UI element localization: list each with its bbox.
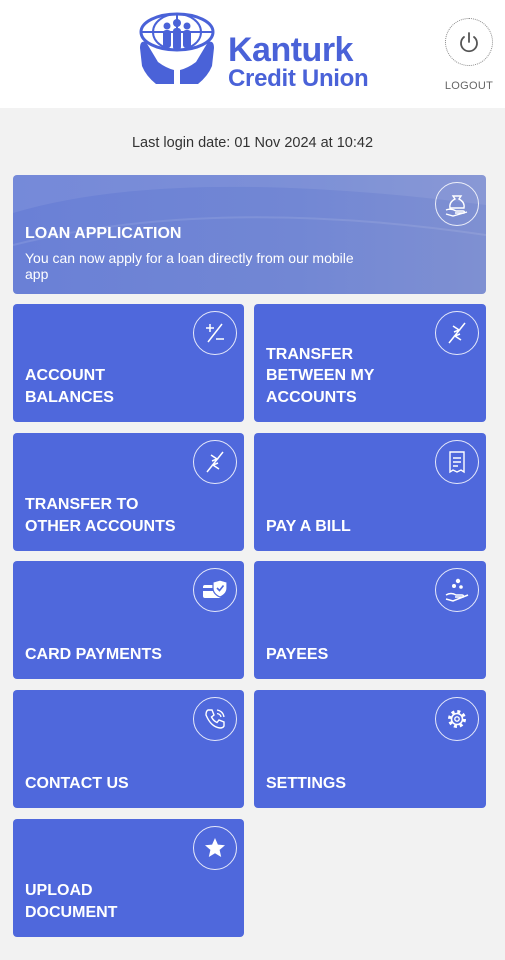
- settings-tile[interactable]: SETTINGS: [254, 690, 486, 808]
- kanturk-credit-union-logo: Kanturk Credit Union: [136, 10, 386, 92]
- money-hand-icon: [435, 182, 479, 226]
- upload-document-tile[interactable]: UPLOAD DOCUMENT: [13, 819, 244, 937]
- brand-name: Kanturk: [228, 31, 353, 69]
- loan-application-description: You can now apply for a loan directly fr…: [25, 250, 354, 282]
- transfer-between-accounts-tile[interactable]: TRANSFER BETWEEN MY ACCOUNTS: [254, 304, 486, 422]
- settings-label: SETTINGS: [266, 774, 347, 792]
- loan-application-tile[interactable]: LOAN APPLICATION You can now apply for a…: [13, 175, 486, 294]
- brand-subtitle: Credit Union: [228, 65, 369, 92]
- logout-button[interactable]: LOGOUT: [444, 18, 494, 98]
- transfer-arrows-icon: [435, 311, 479, 355]
- receipt-icon: [435, 440, 479, 484]
- loan-application-title: LOAN APPLICATION: [25, 225, 182, 242]
- pay-a-bill-label: PAY A BILL: [266, 517, 351, 535]
- hand-coins-icon: [435, 568, 479, 612]
- contact-us-tile[interactable]: CONTACT US: [13, 690, 244, 808]
- upload-document-label: UPLOAD DOCUMENT: [25, 882, 118, 921]
- gear-icon: [435, 697, 479, 741]
- app-header: Kanturk Credit Union LOGOUT: [0, 0, 505, 108]
- plus-minus-icon: [193, 311, 237, 355]
- phone-icon: [193, 697, 237, 741]
- card-payments-label: CARD PAYMENTS: [25, 645, 162, 663]
- payees-label: PAYEES: [266, 645, 329, 663]
- account-balances-tile[interactable]: ACCOUNT BALANCES: [13, 304, 244, 422]
- transfer-other-accounts-tile[interactable]: TRANSFER TO OTHER ACCOUNTS: [13, 433, 244, 551]
- transfer-between-accounts-label: TRANSFER BETWEEN MY ACCOUNTS: [266, 345, 375, 406]
- power-icon: [460, 32, 478, 53]
- logout-circle: [445, 18, 493, 66]
- logo-globe-hands-icon: [139, 12, 215, 84]
- transfer-other-accounts-label: TRANSFER TO OTHER ACCOUNTS: [25, 496, 176, 535]
- logout-label: LOGOUT: [444, 80, 494, 92]
- contact-us-label: CONTACT US: [25, 774, 129, 792]
- transfer-arrows-icon: [193, 440, 237, 484]
- card-shield-icon: [193, 568, 237, 612]
- last-login-date: Last login date: 01 Nov 2024 at 10:42: [131, 135, 374, 151]
- star-icon: [193, 826, 237, 870]
- pay-a-bill-tile[interactable]: PAY A BILL: [254, 433, 486, 551]
- card-payments-tile[interactable]: CARD PAYMENTS: [13, 561, 244, 679]
- payees-tile[interactable]: PAYEES: [254, 561, 486, 679]
- account-balances-label: ACCOUNT BALANCES: [25, 367, 114, 406]
